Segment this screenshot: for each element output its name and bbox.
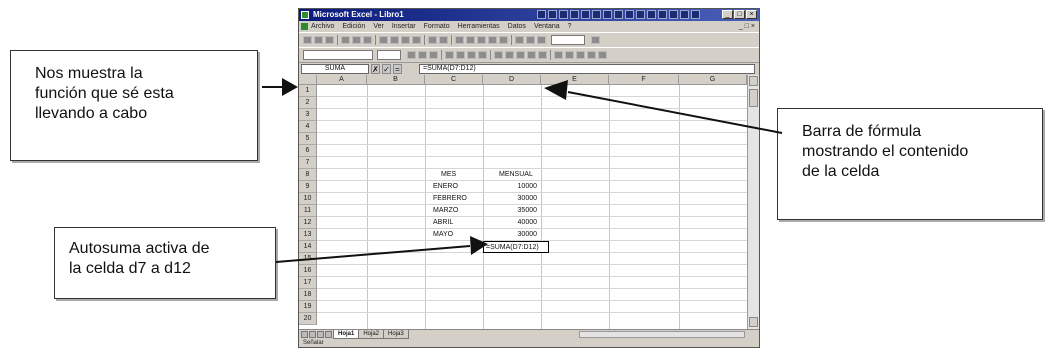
arrow-to-formula-bar [544, 80, 783, 134]
arrow-to-name-box [262, 78, 298, 96]
callout-arrows [262, 78, 783, 263]
arrow-to-active-cell [275, 236, 488, 263]
